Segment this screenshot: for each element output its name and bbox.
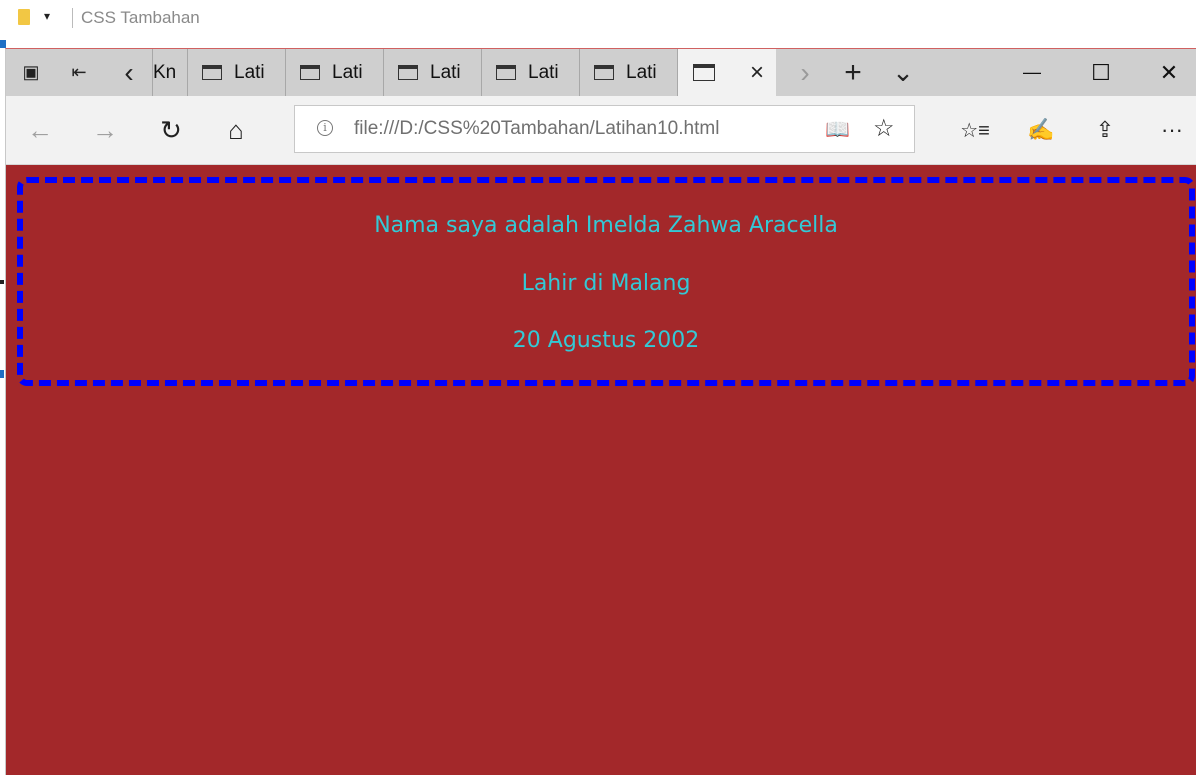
browser-window: ▣ ⇤ ‹ Kn Lati Lati Lati Lati Lati × › + … xyxy=(5,48,1196,775)
tab-label: Lati xyxy=(234,61,265,83)
new-tab-icon[interactable]: + xyxy=(836,49,870,96)
birthdate-text: 20 Agustus 2002 xyxy=(512,328,700,353)
tab-label: Lati xyxy=(528,61,559,83)
minimize-button[interactable]: — xyxy=(998,49,1066,96)
close-window-button[interactable]: ✕ xyxy=(1135,49,1196,96)
tab-1[interactable]: Kn xyxy=(152,49,188,96)
tab-5[interactable]: Lati xyxy=(482,49,580,96)
address-url[interactable]: file:///D:/CSS%20Tambahan/Latihan10.html xyxy=(354,118,719,140)
tab-2[interactable]: Lati xyxy=(188,49,286,96)
birthplace-text: Lahir di Malang xyxy=(521,271,691,296)
refresh-icon[interactable]: ↻ xyxy=(146,96,196,164)
page-icon xyxy=(693,64,715,81)
page-icon xyxy=(398,65,418,80)
page-viewport: Nama saya adalah Imelda Zahwa Aracella L… xyxy=(6,165,1196,775)
set-aside-tabs-icon[interactable]: ⇤ xyxy=(62,49,96,96)
forward-icon[interactable]: → xyxy=(80,96,130,164)
page-icon xyxy=(496,65,516,80)
dashed-content-box: Nama saya adalah Imelda Zahwa Aracella L… xyxy=(17,177,1195,386)
tab-bar: ▣ ⇤ ‹ Kn Lati Lati Lati Lati Lati × › + … xyxy=(6,49,1196,96)
page-icon xyxy=(594,65,614,80)
explorer-window-title: CSS Tambahan xyxy=(81,8,200,27)
tab-6[interactable]: Lati xyxy=(580,49,678,96)
tab-4[interactable]: Lati xyxy=(384,49,482,96)
scroll-tabs-right-icon[interactable]: › xyxy=(790,49,820,96)
tab-label: Lati xyxy=(332,61,363,83)
share-icon[interactable]: ⇪ xyxy=(1080,96,1130,164)
notes-pen-icon[interactable]: ✍ xyxy=(1016,96,1066,164)
page-icon xyxy=(300,65,320,80)
folder-icon xyxy=(18,9,30,25)
favorite-star-icon[interactable]: ☆ xyxy=(873,114,895,143)
explorer-text-fragment xyxy=(0,280,4,284)
explorer-icon-fragment xyxy=(0,370,4,378)
home-icon[interactable]: ⌂ xyxy=(211,96,261,164)
reading-view-icon[interactable]: 📖 xyxy=(825,117,850,141)
tab-preview-icon[interactable]: ⌄ xyxy=(886,49,920,96)
address-bar[interactable]: i file:///D:/CSS%20Tambahan/Latihan10.ht… xyxy=(294,105,915,153)
tab-label: Lati xyxy=(430,61,461,83)
quick-access-dropdown-icon[interactable]: ▾ xyxy=(44,9,50,23)
more-options-icon[interactable]: ··· xyxy=(1147,96,1196,164)
tab-label: Lati xyxy=(626,61,657,83)
info-icon[interactable]: i xyxy=(317,120,333,136)
page-icon xyxy=(202,65,222,80)
back-icon[interactable]: ← xyxy=(15,96,65,164)
tab-manager-icon[interactable]: ▣ xyxy=(14,49,48,96)
favorites-hub-icon[interactable]: ☆≡ xyxy=(950,96,1000,164)
explorer-title-bar: ▾ CSS Tambahan xyxy=(0,0,1196,40)
navigation-bar: ← → ↻ ⌂ i file:///D:/CSS%20Tambahan/Lati… xyxy=(6,96,1196,165)
tab-3[interactable]: Lati xyxy=(286,49,384,96)
maximize-button[interactable]: ☐ xyxy=(1067,49,1135,96)
explorer-ribbon-fragment xyxy=(0,40,6,48)
scroll-tabs-left-icon[interactable]: ‹ xyxy=(114,49,144,96)
title-separator xyxy=(72,8,73,28)
close-tab-icon[interactable]: × xyxy=(750,59,764,87)
tab-active[interactable]: × xyxy=(678,49,777,96)
tab-label: Kn xyxy=(153,61,177,83)
name-text: Nama saya adalah Imelda Zahwa Aracella xyxy=(374,213,838,238)
